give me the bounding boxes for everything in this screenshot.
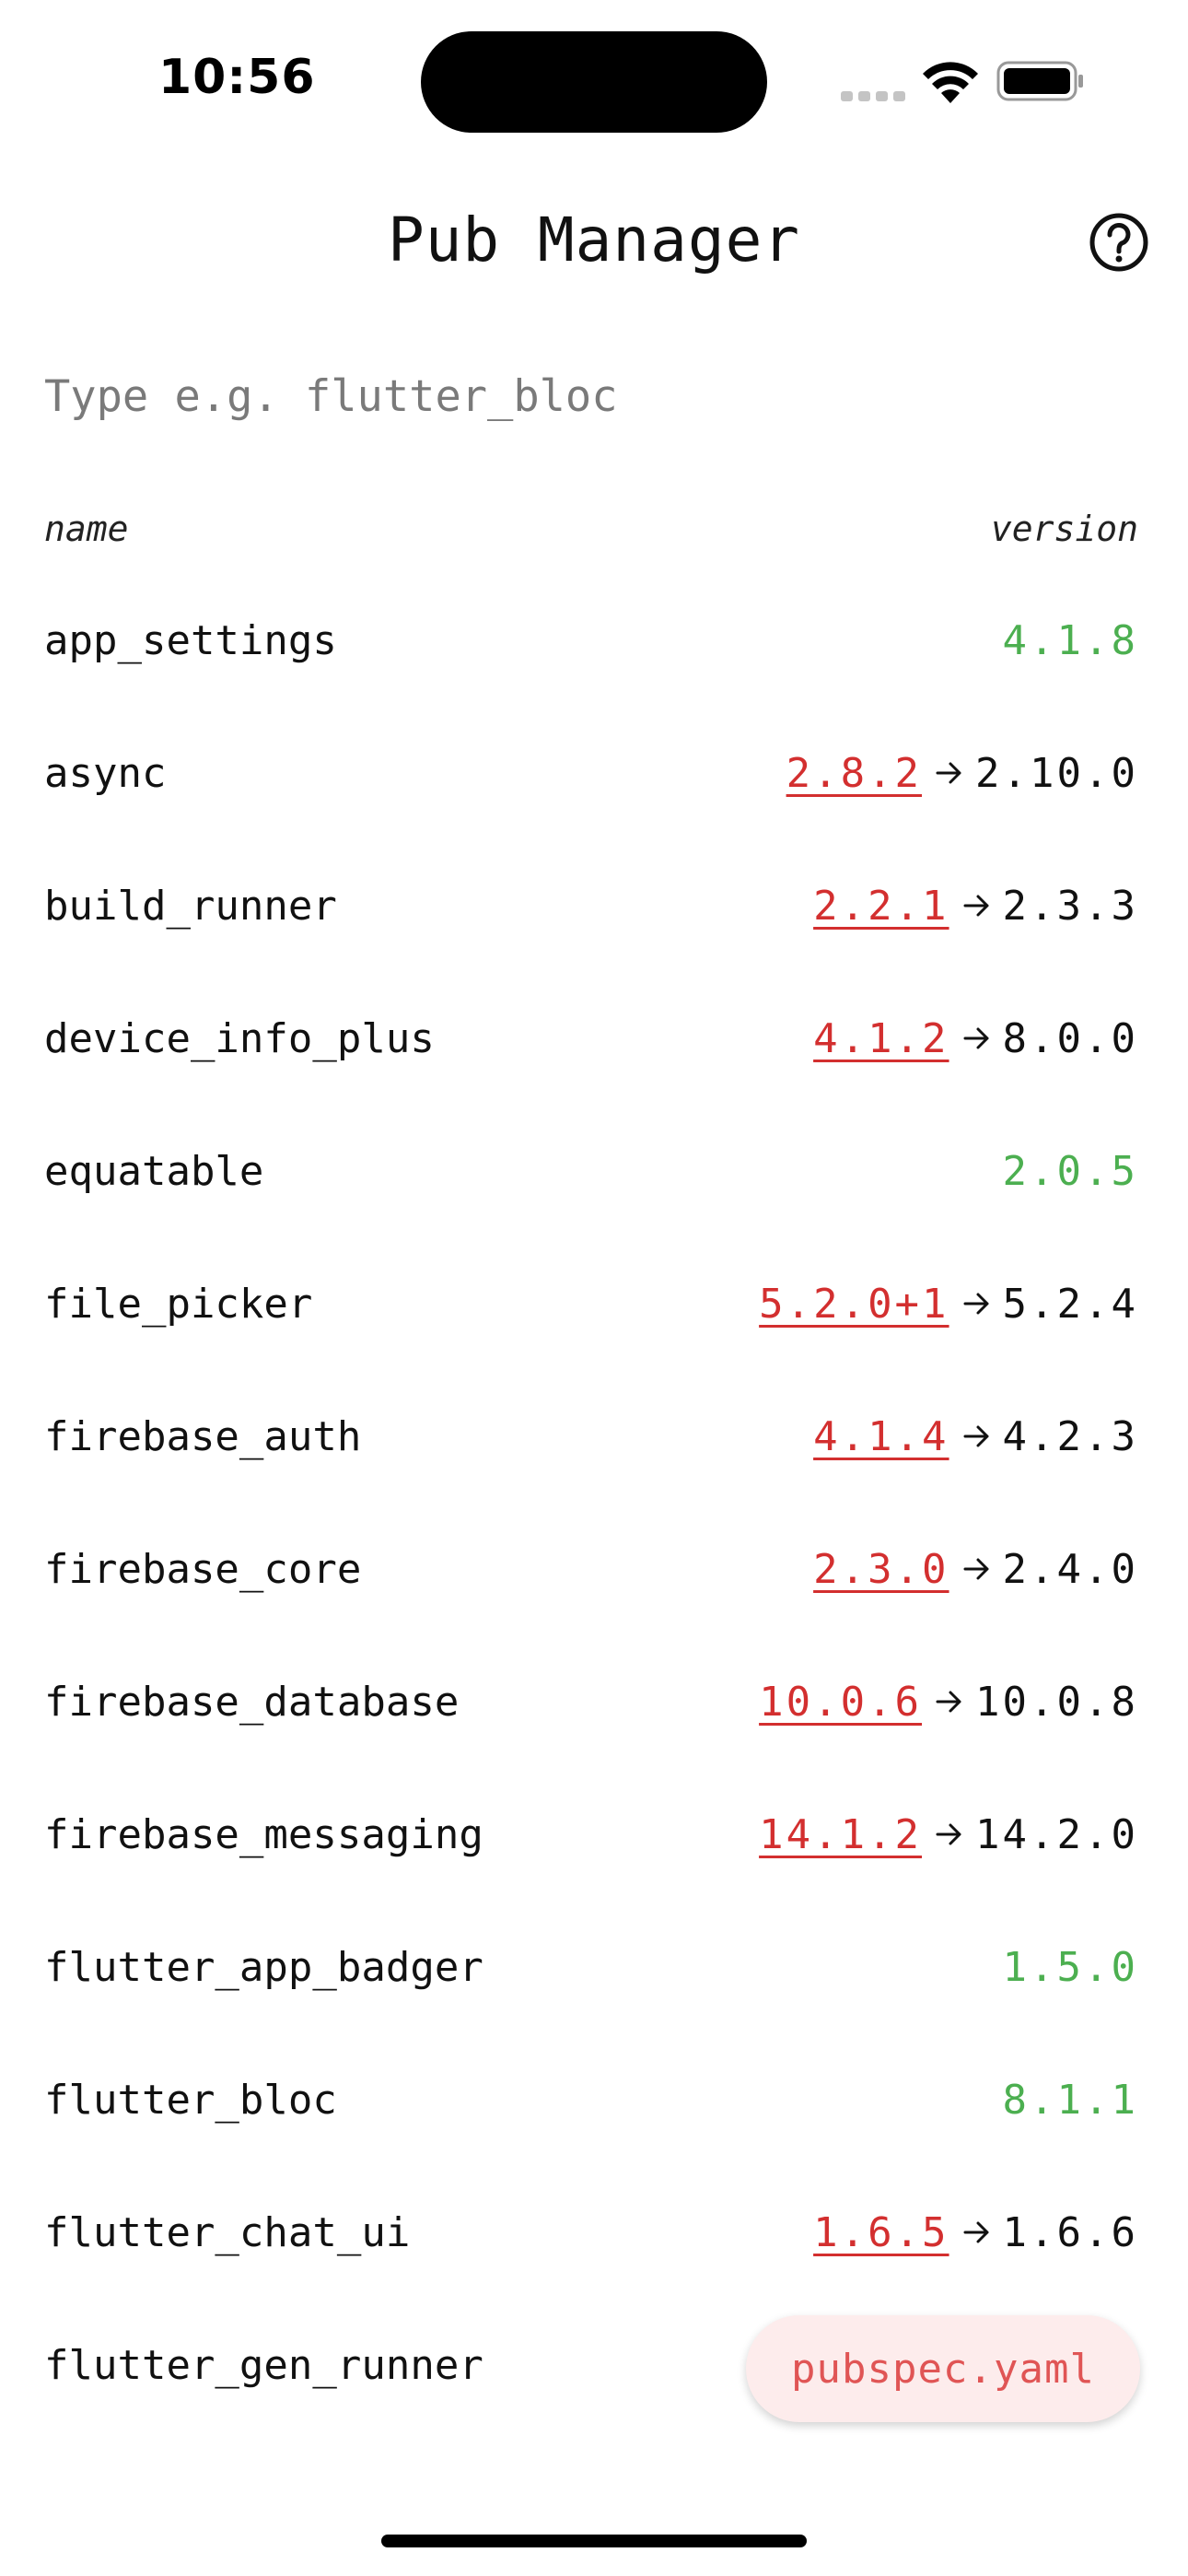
version-current-outdated[interactable]: 5.2.0+1 (759, 1281, 949, 1328)
version-current-outdated[interactable]: 4.1.4 (813, 1413, 949, 1460)
arrow-right-icon (963, 1293, 989, 1315)
package-name: firebase_database (44, 1678, 460, 1726)
package-name: firebase_auth (44, 1412, 362, 1460)
package-row[interactable]: firebase_auth 4.1.4 4.2.3 (44, 1370, 1138, 1503)
version-latest: 2.10.0 (975, 749, 1138, 797)
package-row[interactable]: async 2.8.2 2.10.0 (44, 707, 1138, 839)
package-row[interactable]: flutter_bloc 8.1.1 (44, 2033, 1138, 2166)
package-version: 2.0.5 (1003, 1148, 1138, 1195)
version-current-outdated[interactable]: 2.2.1 (813, 883, 949, 930)
version-latest: 14.2.0 (975, 1810, 1138, 1858)
version-current-outdated[interactable]: 4.1.2 (813, 1015, 949, 1062)
status-bar: 10:56 (0, 0, 1188, 157)
package-row[interactable]: build_runner 2.2.1 2.3.3 (44, 839, 1138, 972)
package-row[interactable]: firebase_messaging 14.1.2 14.2.0 (44, 1768, 1138, 1901)
arrow-right-icon (963, 1425, 989, 1447)
help-icon[interactable] (1087, 210, 1151, 275)
arrow-right-icon (936, 1691, 961, 1713)
version-latest: 2.3.3 (1002, 882, 1138, 930)
package-row[interactable]: flutter_app_badger 1.5.0 (44, 1901, 1138, 2033)
version-latest: 10.0.8 (975, 1678, 1138, 1726)
arrow-right-icon (963, 2221, 989, 2243)
package-version: 10.0.6 10.0.8 (759, 1679, 1138, 1726)
package-row[interactable]: device_info_plus 4.1.2 8.0.0 (44, 972, 1138, 1105)
version-current-outdated[interactable]: 10.0.6 (759, 1679, 922, 1726)
arrow-right-icon (936, 1823, 961, 1845)
battery-icon (996, 61, 1083, 101)
package-version: 4.1.2 8.0.0 (813, 1015, 1138, 1062)
package-version: 8.1.1 (1003, 2077, 1138, 2124)
version-latest: 8.0.0 (1002, 1014, 1138, 1062)
version-latest: 1.6.6 (1002, 2208, 1138, 2256)
package-row[interactable]: firebase_core 2.3.0 2.4.0 (44, 1503, 1138, 1635)
version-up-to-date: 1.5.0 (1002, 1943, 1138, 1991)
package-row[interactable]: flutter_chat_ui 1.6.5 1.6.6 (44, 2166, 1138, 2299)
version-up-to-date: 8.1.1 (1002, 2076, 1138, 2124)
package-version: 4.1.8 (1003, 617, 1138, 664)
package-version: 2.2.1 2.3.3 (813, 883, 1138, 930)
package-name: flutter_app_badger (44, 1943, 483, 1991)
package-name: firebase_core (44, 1545, 362, 1593)
package-name: equatable (44, 1147, 264, 1195)
column-header-version: version (990, 509, 1138, 549)
version-up-to-date: 2.0.5 (1002, 1147, 1138, 1195)
version-current-outdated[interactable]: 2.3.0 (813, 1546, 949, 1593)
package-name: build_runner (44, 882, 337, 930)
package-name: flutter_chat_ui (44, 2208, 411, 2256)
package-name: async (44, 749, 167, 797)
home-indicator[interactable] (381, 2535, 807, 2547)
package-row[interactable]: file_picker 5.2.0+1 5.2.4 (44, 1237, 1138, 1370)
package-version: 2.3.0 2.4.0 (813, 1546, 1138, 1593)
package-version: 1.6.5 1.6.6 (813, 2209, 1138, 2256)
package-name: flutter_bloc (44, 2076, 337, 2124)
arrow-right-icon (963, 1558, 989, 1580)
status-time: 10:56 (158, 50, 316, 105)
column-header-name: name (44, 509, 129, 549)
arrow-right-icon (963, 895, 989, 917)
package-list: app_settings 4.1.8 async 2.8.2 2.10.0 build_r… (44, 574, 1138, 2431)
package-name: device_info_plus (44, 1014, 435, 1062)
cellular-signal-icon (841, 85, 905, 101)
package-version: 1.5.0 (1003, 1944, 1138, 1991)
version-latest: 4.2.3 (1002, 1412, 1138, 1460)
version-latest: 5.2.4 (1002, 1280, 1138, 1328)
arrow-right-icon (963, 1027, 989, 1049)
pubspec-yaml-button-label: pubspec.yaml (791, 2345, 1095, 2393)
package-row[interactable]: firebase_database 10.0.6 10.0.8 (44, 1635, 1138, 1768)
version-current-outdated[interactable]: 1.6.5 (813, 2209, 949, 2256)
package-row[interactable]: app_settings 4.1.8 (44, 574, 1138, 707)
package-name: file_picker (44, 1280, 313, 1328)
package-version: 2.8.2 2.10.0 (786, 750, 1138, 797)
page-title: Pub Manager (387, 205, 801, 275)
package-name: flutter_gen_runner (44, 2341, 483, 2389)
version-latest: 2.4.0 (1002, 1545, 1138, 1593)
package-version: 5.2.0+1 5.2.4 (759, 1281, 1138, 1328)
pubspec-yaml-button[interactable]: pubspec.yaml (746, 2315, 1140, 2422)
package-row[interactable]: equatable 2.0.5 (44, 1105, 1138, 1237)
package-version: 4.1.4 4.2.3 (813, 1413, 1138, 1460)
dynamic-island (421, 31, 767, 133)
app-header: Pub Manager (0, 184, 1188, 304)
package-name: app_settings (44, 616, 337, 664)
package-name: firebase_messaging (44, 1810, 483, 1858)
version-current-outdated[interactable]: 14.1.2 (759, 1811, 922, 1858)
wifi-icon (923, 62, 978, 103)
version-up-to-date: 4.1.8 (1002, 616, 1138, 664)
version-current-outdated[interactable]: 2.8.2 (786, 750, 922, 797)
package-version: 14.1.2 14.2.0 (759, 1811, 1138, 1858)
arrow-right-icon (936, 762, 961, 784)
search-input[interactable] (44, 359, 1144, 433)
